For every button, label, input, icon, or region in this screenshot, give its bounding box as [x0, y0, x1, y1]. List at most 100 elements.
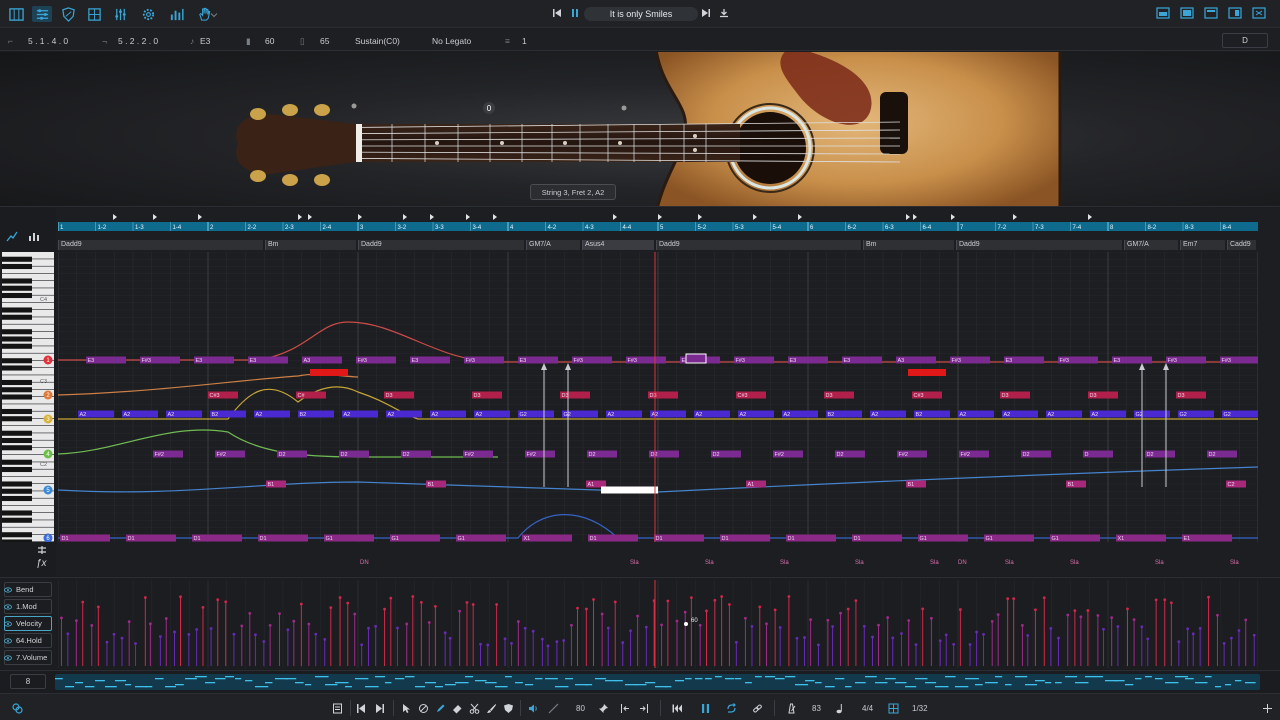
velocity-point[interactable]	[576, 606, 579, 610]
layout-d-icon[interactable]	[1228, 6, 1242, 23]
fx-icon[interactable]: ƒx	[36, 558, 47, 569]
mute-tool-icon[interactable]	[418, 702, 429, 714]
scissors-tool-icon[interactable]	[469, 702, 480, 714]
velocity-point[interactable]	[621, 641, 625, 644]
piano-keyboard[interactable]: C4C3C2123456	[2, 252, 54, 542]
velocity-point[interactable]	[1146, 637, 1150, 641]
velocity-point[interactable]	[105, 640, 109, 644]
velocity-point[interactable]	[112, 632, 116, 636]
velocity-point[interactable]	[201, 605, 205, 609]
velocity-point[interactable]	[891, 636, 895, 640]
velocity-point[interactable]	[1110, 616, 1114, 620]
dropdown-button[interactable]: D	[1222, 33, 1268, 48]
pause-button-icon[interactable]	[700, 702, 711, 714]
velocity-point[interactable]	[486, 643, 490, 647]
eye-icon[interactable]	[4, 586, 12, 594]
velocity-point[interactable]	[644, 625, 648, 629]
marker-flag-icon[interactable]	[493, 214, 497, 220]
eye-icon[interactable]	[4, 603, 12, 611]
marker-lane[interactable]	[58, 212, 1258, 222]
strum-arrow-icon[interactable]	[565, 363, 571, 370]
velocity-point[interactable]	[120, 636, 124, 640]
chord-block[interactable]: GM7/A	[1124, 240, 1178, 250]
marker-flag-icon[interactable]	[113, 214, 117, 220]
velocity-point[interactable]	[795, 636, 799, 640]
velocity-point[interactable]	[1163, 598, 1167, 602]
chord-block[interactable]: Em7	[1180, 240, 1225, 250]
velocity-point[interactable]	[600, 612, 604, 616]
velocity-point[interactable]	[1207, 595, 1210, 599]
second-value[interactable]: 65	[320, 36, 329, 46]
value-b[interactable]: 83	[812, 702, 821, 714]
marker-flag-icon[interactable]	[198, 214, 202, 220]
velocity-point[interactable]	[952, 643, 956, 646]
velocity-point[interactable]	[278, 612, 281, 616]
pause-icon[interactable]	[570, 8, 580, 21]
velocity-point[interactable]	[1154, 598, 1158, 602]
snap-grid-icon[interactable]	[888, 702, 899, 714]
velocity-point[interactable]	[914, 643, 918, 647]
velocity-point[interactable]	[158, 635, 162, 638]
velocity-point[interactable]	[60, 616, 63, 620]
velocity-point[interactable]	[367, 626, 370, 630]
velocity-point[interactable]	[1026, 634, 1030, 637]
velocity-point[interactable]	[705, 609, 708, 613]
marker-flag-icon[interactable]	[1088, 214, 1092, 220]
velocity-point[interactable]	[353, 612, 357, 616]
velocity-point[interactable]	[216, 598, 220, 602]
controller-lane-item[interactable]: 64.Hold	[4, 633, 52, 648]
velocity-point[interactable]	[1034, 608, 1037, 612]
velocity-point[interactable]	[224, 600, 228, 604]
velocity-point[interactable]	[374, 624, 378, 628]
velocity-point[interactable]	[831, 625, 835, 628]
active-note[interactable]	[310, 369, 348, 376]
layout-b-icon[interactable]	[1180, 6, 1194, 23]
marker-flag-icon[interactable]	[1013, 214, 1017, 220]
velocity-point[interactable]	[839, 611, 842, 615]
next-icon[interactable]	[701, 8, 711, 21]
marker-flag-icon[interactable]	[613, 214, 617, 220]
velocity-point[interactable]	[758, 605, 762, 609]
chord-block[interactable]: Dadd9	[358, 240, 524, 250]
velocity-point[interactable]	[1198, 627, 1202, 630]
velocity-point[interactable]	[958, 608, 962, 611]
velocity-point[interactable]	[1021, 623, 1024, 627]
marker-flag-icon[interactable]	[466, 214, 470, 220]
velocity-point[interactable]	[164, 617, 168, 620]
velocity-point[interactable]	[1012, 597, 1016, 601]
note-grid[interactable]: E3 F#3 E3 E3 A3 F#3 E3 F#3 E3 F#3 F#3 E3 F#3 E3 E3 A3 F#…	[58, 252, 1258, 542]
velocity-point[interactable]	[254, 633, 257, 637]
velocity-point[interactable]	[683, 610, 687, 614]
transpose-icon[interactable]	[36, 544, 48, 559]
velocity-point[interactable]	[471, 603, 475, 606]
fx-label[interactable]: Sla	[1155, 560, 1164, 566]
chord-block[interactable]: Dadd9	[58, 240, 263, 250]
velocity-point[interactable]	[1116, 625, 1120, 628]
velocity-point[interactable]	[1140, 625, 1144, 629]
velocity-point[interactable]	[570, 623, 573, 627]
velocity-point[interactable]	[968, 643, 972, 646]
velocity-point[interactable]	[982, 633, 985, 636]
velocity-point[interactable]	[1057, 636, 1060, 640]
fx-label[interactable]: Sla	[705, 560, 714, 566]
velocity-point[interactable]	[1169, 601, 1173, 605]
controller-lane-item[interactable]: 7.Volume	[4, 650, 52, 665]
strum-arrow-icon[interactable]	[1163, 363, 1169, 370]
velocity-point[interactable]	[1191, 632, 1195, 636]
velocity-point[interactable]	[360, 643, 364, 647]
marker-flag-icon[interactable]	[951, 214, 955, 220]
velocity-point[interactable]	[396, 626, 399, 630]
velocity-point[interactable]	[1252, 633, 1256, 637]
fx-label[interactable]: Sla	[930, 560, 939, 566]
velocity-point[interactable]	[636, 614, 639, 618]
align-left-icon[interactable]	[620, 702, 631, 714]
velocity-point[interactable]	[996, 613, 1000, 617]
bar-mode-icon[interactable]	[28, 230, 40, 245]
marker-flag-icon[interactable]	[403, 214, 407, 220]
guitar-illustration[interactable]: 0	[0, 52, 1280, 207]
velocity-point[interactable]	[383, 607, 386, 611]
velocity-point[interactable]	[81, 600, 85, 604]
velocity-point[interactable]	[292, 619, 296, 623]
velocity-point[interactable]	[689, 596, 693, 600]
skip-forward-icon[interactable]	[374, 702, 385, 714]
